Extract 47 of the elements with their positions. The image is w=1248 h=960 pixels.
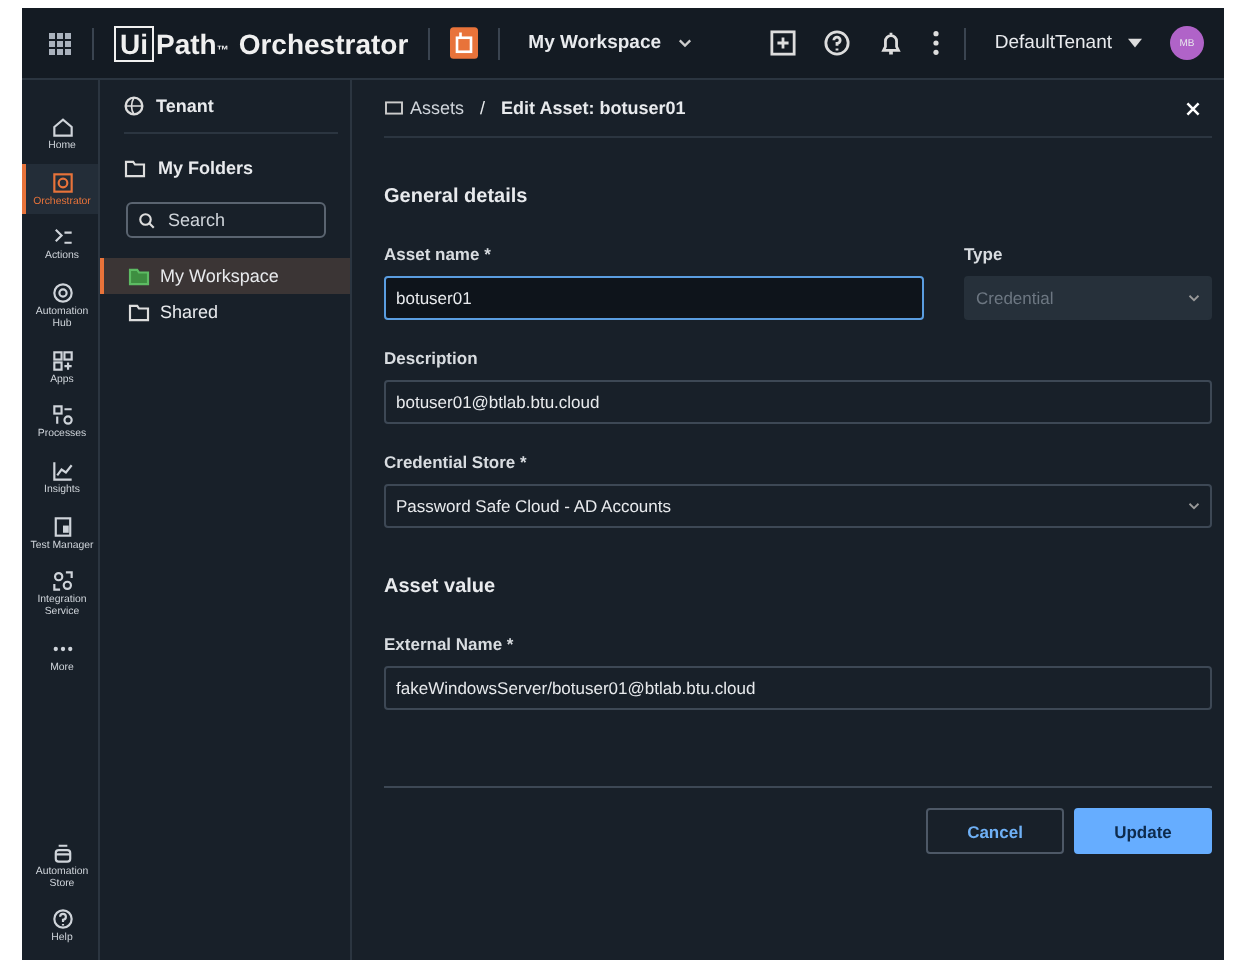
text-field[interactable]: botuser01@btlab.btu.cloud bbox=[384, 380, 1212, 424]
field-label: Credential Store * bbox=[384, 452, 529, 472]
field-label: Description bbox=[384, 348, 480, 368]
rail-icon bbox=[49, 169, 75, 196]
text-field[interactable]: fakeWindowsServer/botuser01@btlab.btu.cloud bbox=[384, 666, 1212, 710]
field-label: Asset name * bbox=[384, 244, 493, 264]
field-label: Type bbox=[964, 244, 1005, 264]
chevron-down-icon bbox=[677, 38, 692, 48]
page-title: Edit Asset: botuser01 bbox=[501, 98, 686, 118]
folder-item[interactable]: My Workspace bbox=[100, 258, 350, 294]
my-folders-link[interactable]: My Folders bbox=[124, 158, 350, 178]
assets-breadcrumb-link[interactable]: Assets bbox=[384, 98, 465, 118]
select-field[interactable]: Password Safe Cloud - AD Accounts bbox=[384, 484, 1212, 528]
globe-icon bbox=[124, 96, 144, 116]
rail-icon bbox=[49, 114, 75, 140]
cancel-button[interactable]: Cancel bbox=[926, 808, 1064, 854]
rail-icon bbox=[49, 568, 75, 595]
chevron-down-icon bbox=[1188, 294, 1200, 302]
field-label: External Name * bbox=[384, 634, 516, 654]
rail-icon bbox=[49, 347, 75, 374]
tenant-dropdown[interactable]: DefaultTenant bbox=[994, 32, 1142, 54]
rail-icon bbox=[49, 280, 75, 307]
search-field[interactable]: Search bbox=[126, 202, 326, 238]
workspace-dropdown[interactable]: My Workspace bbox=[528, 32, 692, 54]
close-icon[interactable] bbox=[1186, 101, 1200, 115]
rail-icon bbox=[49, 906, 75, 933]
help-icon[interactable] bbox=[824, 30, 851, 56]
breadcrumb-separator: / bbox=[480, 98, 486, 118]
select-field: Credential bbox=[964, 276, 1212, 320]
rail-icon bbox=[49, 513, 75, 540]
add-square-icon[interactable] bbox=[770, 30, 797, 56]
caret-icon bbox=[1128, 38, 1142, 48]
folder-item[interactable]: Shared bbox=[100, 294, 350, 330]
section-heading: Asset value bbox=[384, 576, 498, 598]
more-vertical-icon[interactable] bbox=[932, 30, 941, 56]
rail-icon bbox=[49, 458, 75, 485]
update-button[interactable]: Update bbox=[1074, 808, 1212, 854]
text-field[interactable]: botuser01 bbox=[384, 276, 924, 320]
search-icon bbox=[138, 212, 156, 230]
app-grid-icon[interactable] bbox=[48, 31, 72, 55]
chevron-down-icon bbox=[1188, 502, 1200, 510]
section-heading: General details bbox=[384, 186, 530, 208]
rail-icon bbox=[49, 402, 75, 429]
bell-icon[interactable] bbox=[878, 30, 905, 56]
tenant-link[interactable]: Tenant bbox=[124, 96, 214, 116]
rail-icon bbox=[49, 839, 75, 866]
robot-tile-icon[interactable] bbox=[450, 26, 479, 60]
